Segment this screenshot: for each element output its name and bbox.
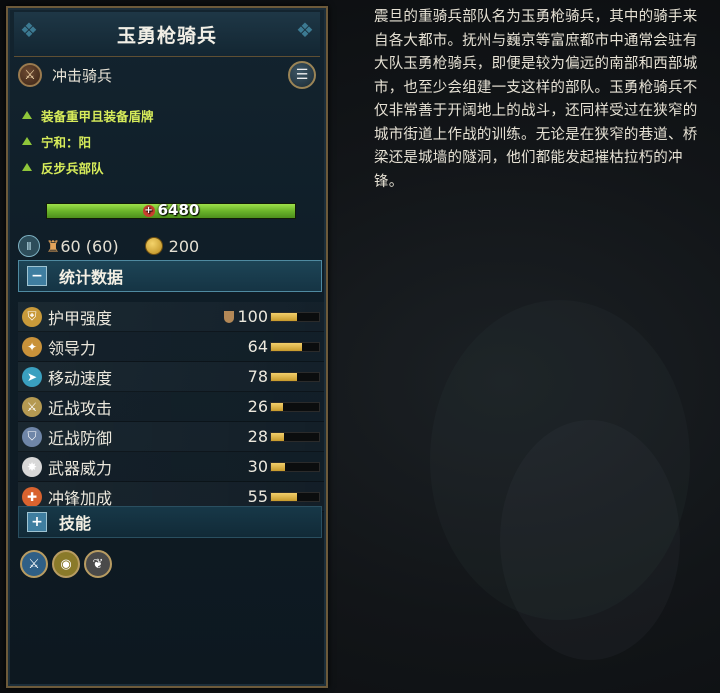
stat-bar-fill: [271, 492, 298, 501]
unit-tier-icon[interactable]: Ⅱ: [18, 235, 40, 257]
leadership-icon: ✦: [22, 336, 42, 357]
stat-row[interactable]: ➤ 移动速度 78: [18, 362, 324, 392]
stat-value: 28: [247, 427, 268, 446]
shield-icon: [224, 310, 235, 323]
stat-bar-fill: [271, 342, 302, 351]
unit-traits: 装备重甲且装备盾牌 宁和：阳 反步兵部队: [22, 102, 154, 180]
stat-bar-fill: [271, 372, 298, 381]
eye-ability-icon[interactable]: ◉: [52, 550, 80, 578]
stat-label: 护甲强度: [48, 308, 113, 328]
stat-bar-fill: [271, 312, 298, 321]
stats-list: ⛨ 护甲强度 100 ✦ 领导力 64 ➤ 移动速度 78 ⚔ 近战攻击 26 ⛉ 近战防御 28 ✸ 武器威力…: [18, 302, 324, 512]
stat-bar: [270, 371, 320, 382]
unit-name: 玉勇枪骑兵: [116, 24, 217, 47]
health-cross-icon: +: [142, 205, 155, 217]
upkeep-icon: ♜: [46, 236, 61, 256]
health-value: +6480: [142, 201, 200, 219]
expand-icon[interactable]: +: [27, 512, 47, 532]
stat-bar: [270, 461, 320, 472]
triangle-icon: [22, 111, 32, 119]
stat-bar: [270, 401, 320, 412]
stat-value: 78: [247, 367, 268, 386]
trait-item[interactable]: 反步兵部队: [22, 154, 154, 180]
stat-row[interactable]: ⛉ 近战防御 28: [18, 422, 324, 452]
sword-ability-icon[interactable]: ⚔: [20, 550, 48, 578]
unit-type-label: 冲击骑兵: [52, 66, 113, 85]
stat-label: 近战攻击: [48, 398, 113, 418]
ornament-icon: ❖: [20, 18, 38, 42]
stat-row[interactable]: ✦ 领导力 64: [18, 332, 324, 362]
stat-value: 30: [247, 457, 268, 476]
stat-bar: [270, 431, 320, 442]
trait-item[interactable]: 宁和：阳: [22, 128, 154, 154]
stats-section-label: 统计数据: [59, 268, 124, 287]
title-bar: ❖ 玉勇枪骑兵 ❖: [14, 12, 320, 57]
melee-defense-icon: ⛉: [22, 426, 42, 447]
stat-value: 26: [247, 397, 268, 416]
stat-label: 领导力: [48, 338, 97, 358]
triangle-icon: [22, 163, 32, 171]
cavalry-charge-icon: ⚔: [18, 63, 42, 87]
ornament-icon: ❖: [296, 18, 314, 42]
trait-item[interactable]: 装备重甲且装备盾牌: [22, 102, 154, 128]
stat-row[interactable]: ⛨ 护甲强度 100: [18, 302, 324, 332]
background-shape: [500, 420, 680, 660]
health-bar[interactable]: +6480: [46, 201, 296, 219]
stat-bar-fill: [271, 432, 285, 441]
list-menu-icon[interactable]: ☰: [288, 61, 316, 89]
stat-bar-fill: [271, 402, 284, 411]
stat-bar: [270, 491, 320, 502]
stat-row[interactable]: ⚔ 近战攻击 26: [18, 392, 324, 422]
stat-bar-fill: [271, 462, 286, 471]
collapse-icon[interactable]: −: [27, 266, 47, 286]
armor-icon: ⛨: [22, 306, 42, 327]
skills-section-header[interactable]: + 技能: [18, 506, 322, 538]
triangle-icon: [22, 137, 32, 145]
skills-section-label: 技能: [59, 514, 92, 533]
stat-bar: [270, 341, 320, 352]
stat-value: 55: [247, 487, 268, 506]
unit-description: 震旦的重骑兵部队名为玉勇枪骑兵，其中的骑手来自各大都市。抚州与巍京等富庶都市中通…: [374, 9, 698, 190]
unit-type-row: ⚔ 冲击骑兵 ☰: [18, 60, 316, 90]
stat-row[interactable]: ✸ 武器威力 30: [18, 452, 324, 482]
stat-label: 移动速度: [48, 368, 113, 388]
speed-icon: ➤: [22, 366, 42, 387]
charge-bonus-icon: ✚: [22, 486, 42, 507]
stat-label: 武器威力: [48, 458, 113, 478]
unit-info-panel: ❖ 玉勇枪骑兵 ❖ ⚔ 冲击骑兵 ☰ 装备重甲且装备盾牌 宁和：阳 反步兵部队 …: [6, 6, 328, 688]
stat-value: 100: [224, 307, 268, 326]
cost-value[interactable]: 200: [169, 237, 200, 256]
stat-label: 冲锋加成: [48, 488, 113, 508]
upkeep-value[interactable]: 60 (60): [60, 237, 118, 256]
stat-bar: [270, 311, 320, 322]
cost-row: Ⅱ ♜ 60 (60) 200: [18, 233, 199, 259]
stat-value: 64: [247, 337, 268, 356]
stats-section-header[interactable]: − 统计数据: [18, 260, 322, 292]
melee-attack-icon: ⚔: [22, 396, 42, 417]
abilities-row: ⚔ ◉ ❦: [20, 550, 112, 578]
stat-label: 近战防御: [48, 428, 113, 448]
gold-coin-icon: [144, 237, 163, 255]
weapon-strength-icon: ✸: [22, 456, 42, 477]
feather-ability-icon[interactable]: ❦: [84, 550, 112, 578]
